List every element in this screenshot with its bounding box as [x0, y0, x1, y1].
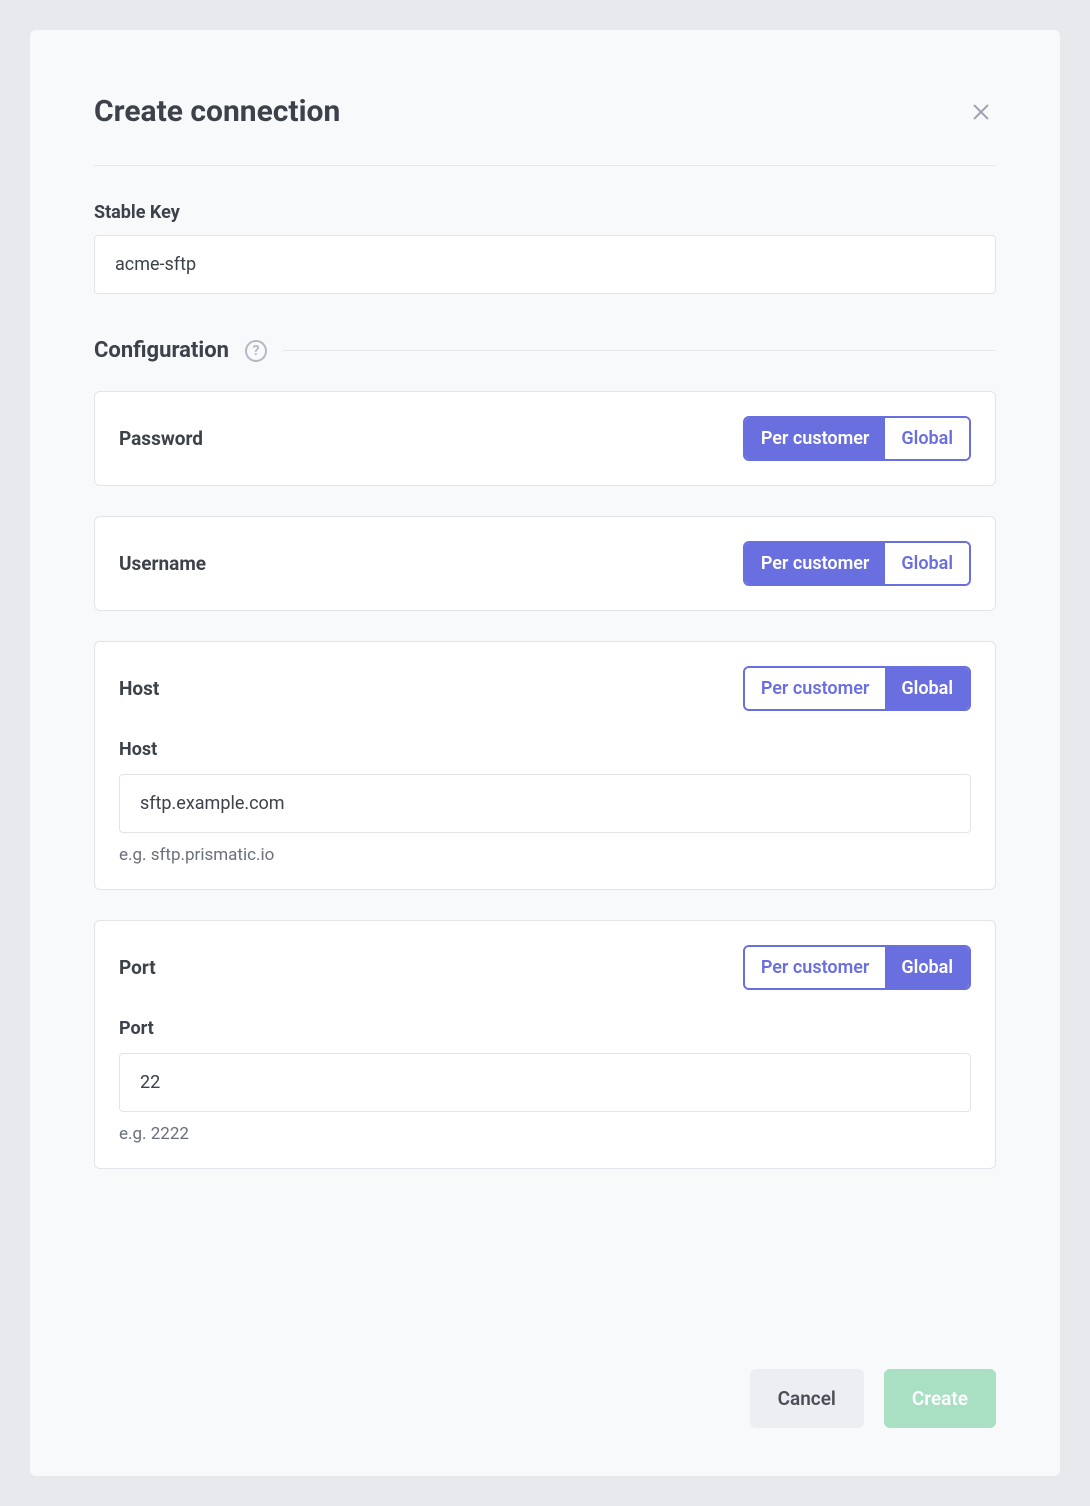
- config-card-header: Host Per customer Global: [119, 666, 971, 711]
- port-sublabel: Port: [119, 1018, 971, 1039]
- config-card-username: Username Per customer Global: [94, 516, 996, 611]
- config-card-port: Port Per customer Global Port e.g. 2222: [94, 920, 996, 1169]
- config-field-name: Password: [119, 427, 203, 450]
- config-card-header: Username Per customer Global: [119, 541, 971, 586]
- config-field-name: Host: [119, 677, 159, 700]
- global-toggle[interactable]: Global: [885, 947, 969, 988]
- host-hint: e.g. sftp.prismatic.io: [119, 845, 971, 865]
- modal-footer: Cancel Create: [94, 1337, 996, 1428]
- scope-toggle-username: Per customer Global: [743, 541, 971, 586]
- config-card-header: Password Per customer Global: [119, 416, 971, 461]
- config-card-header: Port Per customer Global: [119, 945, 971, 990]
- global-toggle[interactable]: Global: [885, 543, 969, 584]
- configuration-title: Configuration: [94, 338, 229, 363]
- create-connection-modal: Create connection Stable Key Configurati…: [30, 30, 1060, 1476]
- create-button[interactable]: Create: [884, 1369, 996, 1428]
- per-customer-toggle[interactable]: Per customer: [745, 947, 886, 988]
- config-card-host: Host Per customer Global Host e.g. sftp.…: [94, 641, 996, 890]
- modal-header: Create connection: [94, 94, 996, 166]
- divider: [283, 350, 996, 351]
- configuration-section-header: Configuration ?: [94, 338, 996, 363]
- config-body-host: Host e.g. sftp.prismatic.io: [119, 739, 971, 865]
- config-card-password: Password Per customer Global: [94, 391, 996, 486]
- modal-title: Create connection: [94, 94, 340, 129]
- per-customer-toggle[interactable]: Per customer: [745, 668, 886, 709]
- config-field-name: Port: [119, 956, 156, 979]
- cancel-button[interactable]: Cancel: [750, 1369, 864, 1428]
- per-customer-toggle[interactable]: Per customer: [745, 418, 886, 459]
- help-icon[interactable]: ?: [245, 340, 267, 362]
- scope-toggle-password: Per customer Global: [743, 416, 971, 461]
- port-hint: e.g. 2222: [119, 1124, 971, 1144]
- close-icon: [970, 101, 992, 123]
- config-body-port: Port e.g. 2222: [119, 1018, 971, 1144]
- global-toggle[interactable]: Global: [885, 668, 969, 709]
- host-sublabel: Host: [119, 739, 971, 760]
- stable-key-input[interactable]: [94, 235, 996, 294]
- scope-toggle-port: Per customer Global: [743, 945, 971, 990]
- close-button[interactable]: [966, 97, 996, 127]
- stable-key-field: Stable Key: [94, 202, 996, 294]
- port-input[interactable]: [119, 1053, 971, 1112]
- config-field-name: Username: [119, 552, 206, 575]
- per-customer-toggle[interactable]: Per customer: [745, 543, 886, 584]
- host-input[interactable]: [119, 774, 971, 833]
- scope-toggle-host: Per customer Global: [743, 666, 971, 711]
- stable-key-label: Stable Key: [94, 202, 996, 223]
- global-toggle[interactable]: Global: [885, 418, 969, 459]
